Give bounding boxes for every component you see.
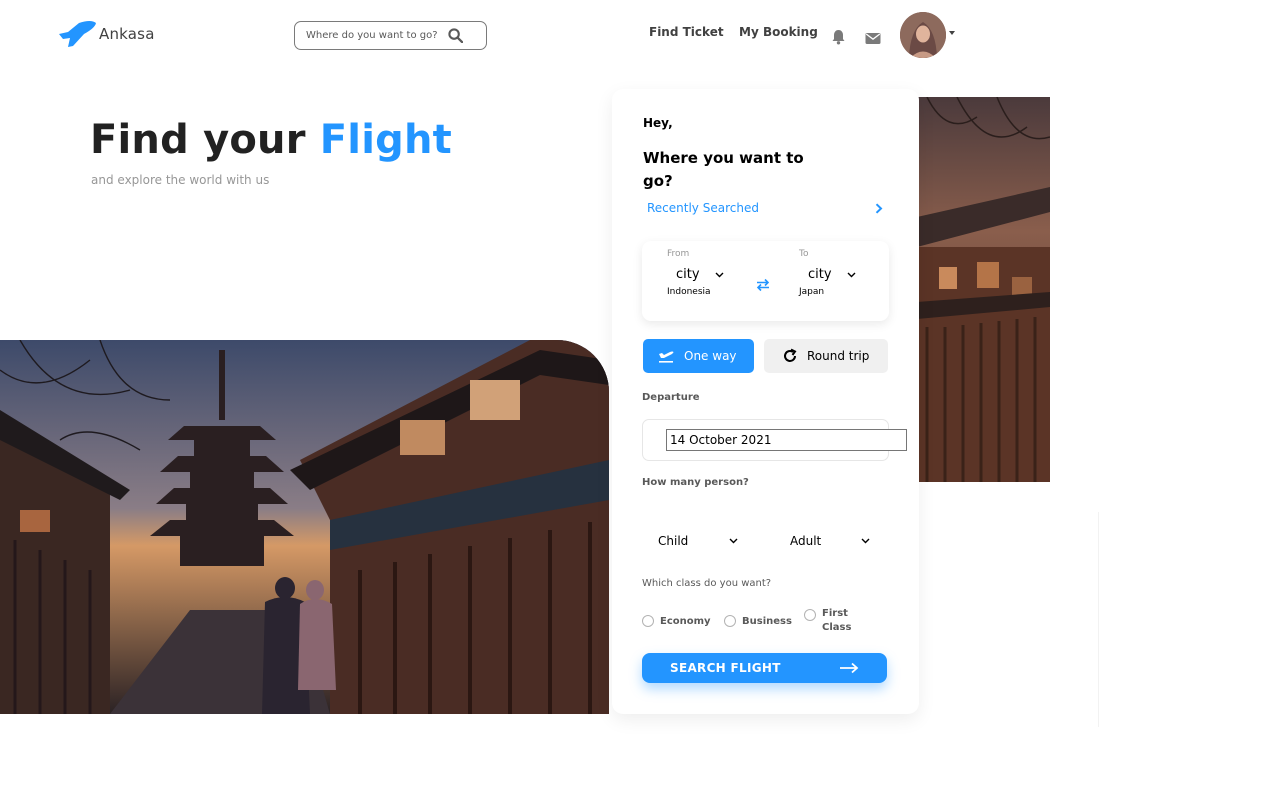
- divider-line: [1098, 512, 1099, 727]
- person-label: How many person?: [642, 477, 749, 488]
- departure-label: Departure: [642, 392, 700, 403]
- brand-logo[interactable]: Ankasa: [57, 20, 155, 48]
- radio-circle[interactable]: [724, 615, 736, 627]
- class-economy-label: Economy: [660, 615, 711, 627]
- radio-circle[interactable]: [804, 609, 816, 621]
- recently-searched-link[interactable]: Recently Searched: [647, 201, 883, 215]
- search-box[interactable]: [294, 21, 487, 50]
- hero-title: Find your Flight: [90, 117, 452, 163]
- class-label: Which class do you want?: [642, 578, 772, 589]
- mail-icon[interactable]: [865, 30, 881, 49]
- plane-departure-icon: [659, 351, 674, 363]
- to-country: Japan: [799, 287, 825, 297]
- chevron-down-icon: [729, 538, 738, 544]
- booking-card: Hey, Where you want to go? Recently Sear…: [612, 89, 919, 714]
- search-icon[interactable]: [448, 28, 463, 43]
- arrow-right-icon: [840, 662, 859, 674]
- search-input[interactable]: [306, 30, 438, 41]
- class-economy-radio[interactable]: Economy: [642, 615, 711, 627]
- chevron-down-icon: [715, 272, 724, 277]
- brand-name: Ankasa: [99, 25, 155, 43]
- search-flight-label: SEARCH FLIGHT: [670, 661, 781, 675]
- round-trip-label: Round trip: [807, 349, 870, 363]
- child-select[interactable]: Child: [642, 526, 752, 556]
- hero-title-accent: Flight: [319, 117, 452, 163]
- adult-label: Adult: [790, 534, 822, 548]
- hero-subtitle: and explore the world with us: [91, 173, 270, 187]
- hero-title-main: Find your: [90, 117, 306, 163]
- route-selector: From city Indonesia To city Japan: [642, 241, 889, 321]
- from-field[interactable]: From city Indonesia: [667, 249, 724, 297]
- round-trip-button[interactable]: Round trip: [764, 339, 888, 373]
- recently-searched-label: Recently Searched: [647, 201, 759, 215]
- plane-logo-icon: [59, 21, 96, 47]
- hero-photo-right: [917, 97, 1050, 482]
- child-label: Child: [658, 534, 689, 548]
- from-label: From: [667, 249, 690, 259]
- search-flight-button[interactable]: SEARCH FLIGHT: [642, 653, 887, 683]
- one-way-button[interactable]: One way: [643, 339, 754, 373]
- radio-circle[interactable]: [642, 615, 654, 627]
- swap-icon[interactable]: [755, 277, 771, 296]
- class-first-label: First Class: [822, 608, 852, 633]
- one-way-label: One way: [684, 349, 737, 363]
- avatar-image: [900, 12, 946, 58]
- class-business-radio[interactable]: Business: [724, 615, 792, 627]
- class-business-label: Business: [742, 615, 792, 627]
- refresh-icon: [784, 348, 797, 362]
- caret-down-icon[interactable]: [949, 31, 955, 35]
- avatar[interactable]: [900, 12, 946, 58]
- chevron-right-icon: [875, 202, 883, 214]
- chevron-down-icon: [847, 272, 856, 277]
- greeting: Hey,: [643, 116, 673, 130]
- adult-select[interactable]: Adult: [774, 526, 884, 556]
- from-city: city: [676, 267, 700, 282]
- hero-photo-kyoto: [0, 340, 609, 714]
- nav-my-booking[interactable]: My Booking: [739, 25, 818, 39]
- bell-icon[interactable]: [831, 29, 846, 49]
- to-field[interactable]: To city Japan: [799, 249, 856, 297]
- from-country: Indonesia: [667, 287, 711, 297]
- nav-find-ticket[interactable]: Find Ticket: [649, 25, 724, 39]
- chevron-down-icon: [861, 538, 870, 544]
- class-first-radio[interactable]: First Class: [804, 607, 862, 635]
- class-options: Economy Business First Class: [642, 607, 892, 639]
- to-label: To: [799, 249, 809, 259]
- to-city: city: [808, 267, 832, 282]
- departure-date-input[interactable]: [666, 429, 907, 451]
- booking-question: Where you want to go?: [643, 149, 804, 190]
